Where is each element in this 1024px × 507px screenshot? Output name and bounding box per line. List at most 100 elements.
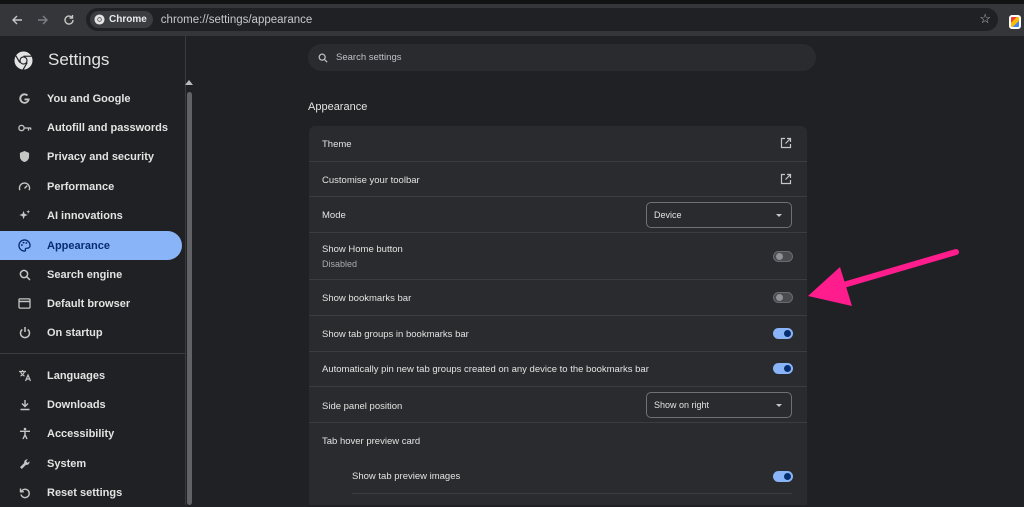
sidebar-item-label: Performance — [47, 180, 115, 193]
toggle-knob — [784, 330, 791, 337]
auto-pin-toggle[interactable] — [773, 363, 793, 374]
sidebar-item-label: Default browser — [47, 297, 131, 310]
key-icon — [17, 120, 32, 135]
hover-card-heading: Tab hover preview card — [322, 436, 421, 447]
sidebar-item-privacy[interactable]: Privacy and security — [0, 142, 182, 171]
sidebar-item-languages[interactable]: Languages — [0, 361, 182, 390]
scroll-up-arrow-icon[interactable] — [185, 80, 193, 85]
tab-groups-label: Show tab groups in bookmarks bar — [322, 329, 469, 340]
reload-button[interactable] — [56, 7, 82, 33]
sidebar-item-autofill[interactable]: Autofill and passwords — [0, 113, 182, 142]
browser-toolbar: Chrome chrome://settings/appearance ☆ — [0, 4, 1024, 36]
mode-value: Device — [654, 210, 682, 220]
row-divider — [352, 493, 792, 494]
site-chip[interactable]: Chrome — [90, 11, 153, 28]
sidebar-item-you-and-google[interactable]: You and Google — [0, 84, 182, 113]
mode-row: Mode Device — [309, 197, 807, 233]
bookmarks-bar-row[interactable]: Show bookmarks bar — [309, 280, 807, 316]
side-panel-label: Side panel position — [322, 401, 403, 412]
side-panel-dropdown[interactable]: Show on right — [646, 392, 792, 418]
sidebar-item-label: Accessibility — [47, 427, 115, 440]
google-g-icon — [17, 91, 32, 106]
appearance-card: Theme Customise your toolbar Mode Device… — [309, 126, 807, 505]
sidebar-item-downloads[interactable]: Downloads — [0, 390, 182, 419]
extension-icon[interactable] — [1009, 15, 1021, 29]
sidebar-item-label: System — [47, 457, 87, 470]
bookmark-star-icon[interactable]: ☆ — [979, 11, 991, 27]
sidebar-item-ai-innovations[interactable]: AI innovations — [0, 201, 182, 230]
preview-images-label: Show tab preview images — [352, 471, 461, 482]
sidebar-item-reset-settings[interactable]: Reset settings — [0, 478, 182, 507]
theme-row[interactable]: Theme — [309, 126, 807, 162]
settings-sidebar: Settings You and Google Autofill and pas… — [0, 36, 186, 505]
sidebar-item-on-startup[interactable]: On startup — [0, 318, 182, 347]
sidebar-item-label: Appearance — [47, 239, 110, 252]
tab-groups-toggle[interactable] — [773, 328, 793, 339]
site-chip-label: Chrome — [109, 14, 147, 25]
chrome-logo-icon — [94, 14, 105, 25]
sidebar-item-performance[interactable]: Performance — [0, 172, 182, 201]
sidebar-item-default-browser[interactable]: Default browser — [0, 289, 182, 318]
external-link-icon[interactable] — [780, 173, 792, 185]
search-icon — [17, 267, 32, 282]
sidebar-item-label: Search engine — [47, 268, 123, 281]
search-settings-input[interactable]: Search settings — [308, 44, 816, 71]
forward-button[interactable] — [30, 7, 56, 33]
sidebar-item-appearance[interactable]: Appearance — [0, 231, 182, 260]
address-bar[interactable]: Chrome chrome://settings/appearance ☆ — [86, 8, 998, 31]
customise-toolbar-row[interactable]: Customise your toolbar — [309, 162, 807, 197]
sidebar-item-accessibility[interactable]: Accessibility — [0, 419, 182, 448]
shield-icon — [17, 149, 32, 164]
home-button-status: Disabled — [322, 259, 358, 269]
home-button-label: Show Home button — [322, 244, 403, 255]
theme-label: Theme — [322, 139, 352, 150]
caret-down-icon — [776, 404, 782, 407]
home-button-toggle[interactable] — [773, 251, 793, 262]
back-button[interactable] — [4, 7, 30, 33]
preview-images-row[interactable]: Show tab preview images — [309, 459, 807, 493]
reload-icon — [64, 15, 74, 25]
url-text[interactable]: chrome://settings/appearance — [161, 14, 313, 26]
settings-brand: Settings — [14, 50, 109, 70]
home-button-row[interactable]: Show Home button Disabled — [309, 233, 807, 280]
tab-groups-row[interactable]: Show tab groups in bookmarks bar — [309, 316, 807, 352]
caret-down-icon — [776, 214, 782, 217]
toggle-knob — [776, 294, 783, 301]
translate-icon — [17, 368, 32, 383]
sidebar-item-label: Languages — [47, 369, 106, 382]
chrome-logo-icon — [14, 50, 33, 70]
toggle-knob — [776, 253, 783, 260]
external-link-icon[interactable] — [780, 137, 792, 149]
sidebar-item-label: Privacy and security — [47, 150, 155, 163]
sparkle-icon — [17, 208, 32, 223]
side-panel-row: Side panel position Show on right — [309, 387, 807, 423]
reset-icon — [17, 485, 32, 500]
search-placeholder: Search settings — [336, 52, 402, 63]
sidebar-item-search-engine[interactable]: Search engine — [0, 260, 182, 289]
arrow-left-icon — [12, 15, 22, 25]
preview-images-toggle[interactable] — [773, 471, 793, 482]
palette-icon — [17, 238, 32, 253]
mode-label: Mode — [322, 210, 346, 221]
power-icon — [17, 325, 32, 340]
section-title: Appearance — [308, 101, 368, 113]
speedometer-icon — [17, 179, 32, 194]
sidebar-item-label: Reset settings — [47, 486, 123, 499]
side-panel-value: Show on right — [654, 400, 710, 410]
auto-pin-row[interactable]: Automatically pin new tab groups created… — [309, 352, 807, 387]
sidebar-item-label: You and Google — [47, 92, 131, 105]
sidebar-item-label: Downloads — [47, 398, 106, 411]
settings-title: Settings — [48, 50, 110, 69]
sidebar-item-label: AI innovations — [47, 209, 123, 222]
arrow-right-icon — [38, 15, 48, 25]
accessibility-icon — [17, 426, 32, 441]
sidebar-item-label: On startup — [47, 326, 103, 339]
bookmarks-bar-toggle[interactable] — [773, 292, 793, 303]
auto-pin-label: Automatically pin new tab groups created… — [322, 364, 649, 375]
search-icon — [318, 53, 328, 63]
sidebar-scrollbar[interactable] — [187, 92, 192, 505]
wrench-icon — [17, 456, 32, 471]
sidebar-item-system[interactable]: System — [0, 449, 182, 478]
annotation-arrow-icon — [808, 249, 959, 306]
mode-dropdown[interactable]: Device — [646, 202, 792, 228]
